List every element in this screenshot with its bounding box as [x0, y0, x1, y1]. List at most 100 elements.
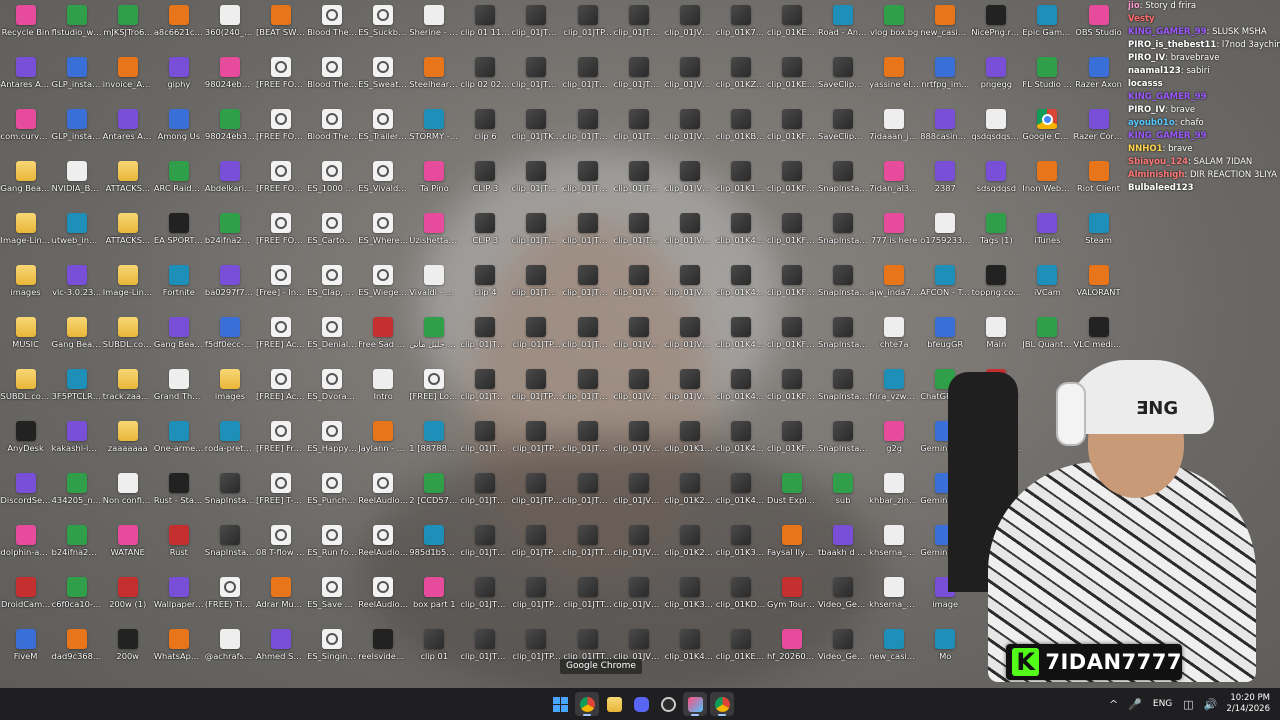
desktop-icon[interactable]: Faysal Ilyas rwina tiktok...: [766, 522, 817, 574]
taskbar-capcut[interactable]: [683, 692, 707, 716]
desktop-icon[interactable]: dolphin-an...: [0, 522, 51, 574]
desktop-icon[interactable]: 7idan_al3a...: [869, 158, 920, 210]
desktop-icon[interactable]: mJKSJTro6...: [102, 2, 153, 54]
desktop-icon[interactable]: Riot Client: [1073, 158, 1124, 210]
desktop-icon[interactable]: clip_01JTP...: [511, 574, 562, 626]
desktop-icon[interactable]: 2387: [920, 158, 971, 210]
desktop-icon[interactable]: [FREE] Acoustic...: [255, 314, 306, 366]
desktop-icon[interactable]: com.curves...: [0, 106, 51, 158]
desktop-icon[interactable]: clip_01K1V...: [664, 418, 715, 470]
desktop-icon[interactable]: clip_01JTP...: [562, 2, 613, 54]
desktop-icon[interactable]: MUSIC: [0, 314, 51, 366]
desktop-icon[interactable]: CLIP 3: [460, 158, 511, 210]
desktop-icon[interactable]: clip_01JTP...: [511, 314, 562, 366]
desktop-icon[interactable]: ES_Clap, One Person Cla...: [307, 262, 358, 314]
desktop-icon[interactable]: clip_01JTP...: [511, 418, 562, 470]
desktop-icon[interactable]: ES_1000 Hz, Sine Wav...: [307, 158, 358, 210]
desktop-icon[interactable]: Antares Auto-Tune...: [102, 106, 153, 158]
desktop-icon[interactable]: hf_2026011...: [766, 626, 817, 678]
desktop-icon[interactable]: تحدي مسح حليل ماني: [409, 314, 460, 366]
desktop-icon[interactable]: clip_01K7Z...: [715, 2, 766, 54]
desktop-icon[interactable]: yassine el bomaly: [869, 54, 920, 106]
desktop-icon[interactable]: b24ifna2264: [204, 210, 255, 262]
desktop-icon[interactable]: o1759233...: [920, 210, 971, 262]
desktop-icon[interactable]: SUBDL.com...: [102, 314, 153, 366]
desktop-icon[interactable]: Steam: [1073, 210, 1124, 262]
desktop-icon[interactable]: 2 [CCD57AF]: [409, 470, 460, 522]
desktop-icon[interactable]: clip 6: [460, 106, 511, 158]
desktop-icon[interactable]: invoice_Ab...: [102, 54, 153, 106]
desktop-icon[interactable]: track.zaa3iim: [102, 366, 153, 418]
desktop-icon[interactable]: clip_01JTR...: [562, 262, 613, 314]
desktop-icon[interactable]: Uzishettan - SOLO (Vis...: [409, 210, 460, 262]
desktop-icon[interactable]: 200w (1): [102, 574, 153, 626]
desktop-icon[interactable]: Recycle Bin: [0, 2, 51, 54]
volume-icon[interactable]: 🔊: [1204, 698, 1218, 711]
desktop-icon[interactable]: clip_01KFH...: [766, 314, 817, 366]
microphone-icon[interactable]: 🎤: [1128, 698, 1142, 711]
desktop-icon[interactable]: clip_01K391...: [715, 522, 766, 574]
desktop-icon[interactable]: clip_01KFV...: [766, 418, 817, 470]
desktop-icon[interactable]: Among Us: [153, 106, 204, 158]
desktop-icon[interactable]: Blood Theme (Instrument...: [307, 106, 358, 158]
desktop-icon[interactable]: clip_01JTXS...: [613, 158, 664, 210]
desktop-icon[interactable]: clip_01JTH1...: [460, 470, 511, 522]
desktop-icon[interactable]: giphy: [153, 54, 204, 106]
desktop-icon[interactable]: Non confirmé 8...: [102, 470, 153, 522]
desktop-icon[interactable]: Adrar Music_Tam...: [255, 574, 306, 626]
taskbar-chrome[interactable]: [575, 692, 599, 716]
desktop-icon[interactable]: clip_01JV61...: [664, 210, 715, 262]
desktop-icon[interactable]: clip_01KFB...: [766, 210, 817, 262]
desktop-icon[interactable]: clip_01K2Z...: [664, 522, 715, 574]
desktop-icon[interactable]: flstudio_wi...: [51, 2, 102, 54]
desktop-icon[interactable]: OBS Studio: [1073, 2, 1124, 54]
desktop-icon[interactable]: clip_01JTKP...: [511, 158, 562, 210]
desktop-icon[interactable]: Image-Line...: [0, 210, 51, 262]
desktop-icon[interactable]: clip_01K4X6...: [664, 626, 715, 678]
desktop-icon[interactable]: clip_01JTM...: [511, 210, 562, 262]
taskbar-obs[interactable]: [656, 692, 680, 716]
desktop-icon[interactable]: g2g: [869, 418, 920, 470]
desktop-icon[interactable]: Sherine - Batmanna ...: [409, 2, 460, 54]
desktop-icon[interactable]: clip_01K46...: [715, 262, 766, 314]
desktop-icon[interactable]: Blood Theme (Instrument...: [307, 2, 358, 54]
desktop-icon[interactable]: clip_01JV65...: [664, 158, 715, 210]
desktop-icon[interactable]: Rust: [153, 522, 204, 574]
desktop-icon[interactable]: clip_01JV19...: [664, 54, 715, 106]
desktop-icon[interactable]: Video_Gene...: [818, 626, 869, 678]
desktop-icon[interactable]: vlc-3.0.23...: [51, 262, 102, 314]
desktop-icon[interactable]: clip_01KFB...: [766, 106, 817, 158]
desktop-icon[interactable]: clip_01K4T...: [715, 314, 766, 366]
desktop-icon[interactable]: Gang Beasts v1.28.1687.0: [51, 314, 102, 366]
desktop-icon[interactable]: clip_01K483...: [715, 470, 766, 522]
desktop-icon[interactable]: Steelheart - She's Gone: [409, 54, 460, 106]
desktop-icon[interactable]: clip_01JTQ...: [562, 106, 613, 158]
desktop-icon[interactable]: CLIP 3: [460, 210, 511, 262]
desktop-icon[interactable]: STORMY - Bali maak...: [409, 106, 460, 158]
desktop-icon[interactable]: [FREE FOR PROFIT] M...: [255, 210, 306, 262]
desktop-icon[interactable]: AFCON - Tr...: [920, 262, 971, 314]
desktop-icon[interactable]: khserna_bs...: [869, 574, 920, 626]
desktop-icon[interactable]: reelsvideo.i...: [358, 626, 409, 678]
chevron-up-icon[interactable]: ^: [1109, 698, 1118, 711]
desktop-icon[interactable]: clip_01KEN...: [766, 2, 817, 54]
desktop-icon[interactable]: ES_Wiegenli... (lullaby)...: [358, 262, 409, 314]
taskbar-chrome-2[interactable]: [710, 692, 734, 716]
desktop-icon[interactable]: Jaylann - Ha Wildi (Official...: [358, 418, 409, 470]
desktop-icon[interactable]: clip_01JV5...: [613, 418, 664, 470]
taskbar-file-explorer[interactable]: [602, 692, 626, 716]
desktop-icon[interactable]: ES_Save Memories (...: [307, 574, 358, 626]
desktop-icon[interactable]: DroidCam...: [0, 574, 51, 626]
desktop-icon[interactable]: Tags (1): [971, 210, 1022, 262]
desktop-icon[interactable]: clip_01JTZ...: [613, 2, 664, 54]
desktop-icon[interactable]: GLP_installe...: [51, 106, 102, 158]
desktop-icon[interactable]: [Free] - Ino Casablan...: [255, 262, 306, 314]
desktop-icon[interactable]: ES_Singing Birds, Daw...: [307, 626, 358, 678]
desktop-icon[interactable]: clip_01JTR6...: [562, 314, 613, 366]
desktop-icon[interactable]: Antares Auto-Tune...: [0, 54, 51, 106]
desktop-icon[interactable]: ReelAudio-...: [358, 574, 409, 626]
desktop-icon[interactable]: clip_01KFM...: [766, 366, 817, 418]
desktop-icon[interactable]: Ta Pino: [409, 158, 460, 210]
desktop-icon[interactable]: SnapInsta.t...: [818, 210, 869, 262]
desktop-icon[interactable]: Vivaldi - Winter (Tec...: [409, 262, 460, 314]
